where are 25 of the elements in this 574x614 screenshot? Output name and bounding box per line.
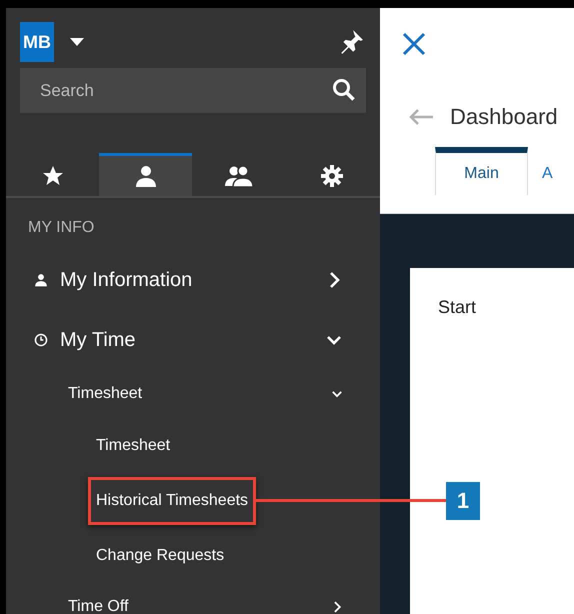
search-icon[interactable] [332, 78, 356, 102]
close-icon[interactable] [402, 32, 426, 56]
star-icon [40, 164, 64, 188]
nav-subitem[interactable]: Timesheet [6, 370, 380, 418]
clock-icon [34, 333, 48, 347]
card-title: Start [438, 297, 476, 317]
page-title: Dashboard [450, 103, 558, 131]
search-field[interactable]: Search [20, 68, 366, 113]
dropdown-caret-icon[interactable] [70, 38, 84, 46]
nav-item[interactable]: My Information [6, 250, 380, 310]
page-tab[interactable]: A [528, 147, 567, 195]
nav-link[interactable]: Change Requests [88, 532, 232, 580]
person-icon [34, 273, 48, 287]
nav-link[interactable]: Historical Timesheets [88, 476, 256, 524]
person-icon [134, 164, 158, 188]
nav-subitem[interactable]: Time Off [6, 583, 380, 614]
settings-icon [320, 164, 344, 188]
nav-link[interactable]: Timesheet [88, 422, 178, 470]
page-tab[interactable]: Main [435, 147, 528, 195]
user-avatar[interactable]: MB [20, 22, 54, 62]
sidebar-tab[interactable] [99, 153, 192, 196]
nav-item[interactable]: My Time [6, 310, 380, 370]
section-heading: MY INFO [27, 218, 96, 238]
callout-number: 1 [446, 482, 480, 520]
people-icon [224, 164, 254, 188]
